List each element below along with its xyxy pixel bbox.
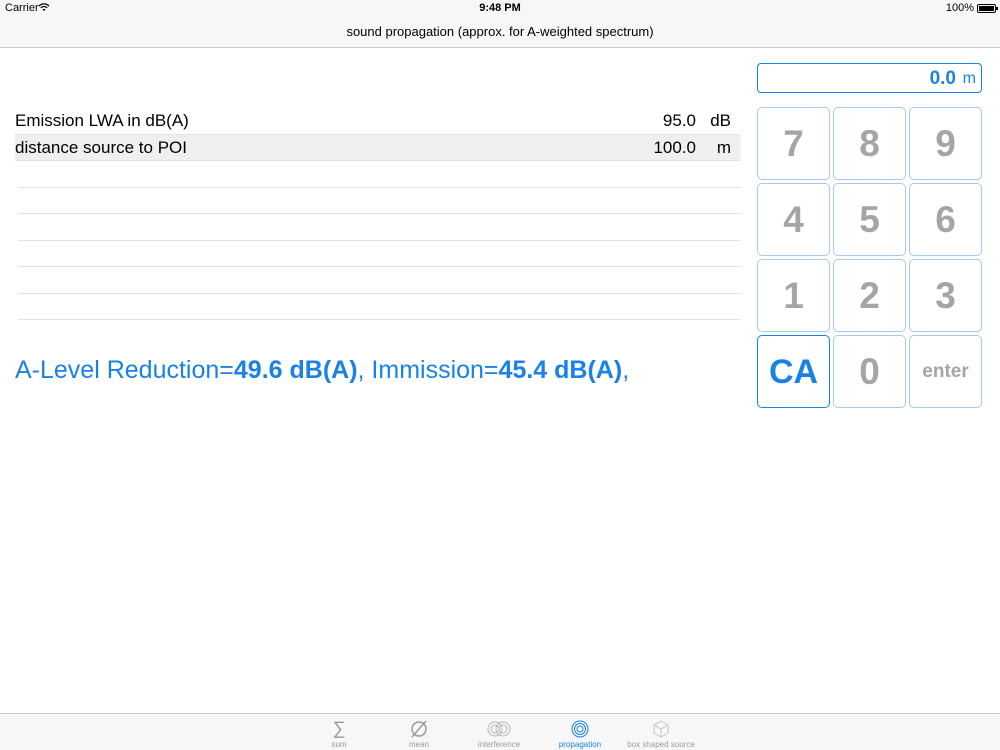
row-value: 95.0 bbox=[662, 111, 696, 130]
page-title: sound propagation (approx. for A-weighte… bbox=[346, 24, 654, 39]
key-9[interactable]: 9 bbox=[909, 107, 982, 180]
immission-value: 45.4 dB(A) bbox=[498, 356, 623, 384]
empty-row bbox=[18, 214, 741, 241]
immission-label: , Immission= bbox=[357, 356, 499, 384]
row-label: Emission LWA in dB(A) bbox=[15, 111, 189, 130]
sigma-icon: ∑ bbox=[332, 718, 346, 738]
tab-mean[interactable]: mean bbox=[379, 718, 459, 749]
empty-row bbox=[18, 188, 741, 214]
mean-icon bbox=[379, 718, 459, 738]
empty-row bbox=[18, 241, 741, 267]
row-value: 100.0 bbox=[653, 137, 696, 157]
tab-label: mean bbox=[408, 740, 429, 749]
key-2[interactable]: 2 bbox=[833, 259, 906, 332]
row-emission[interactable]: Emission LWA in dB(A) 95.0 dB bbox=[15, 108, 741, 135]
status-bar: Carrier 9:48 PM 100% bbox=[0, 0, 1000, 16]
key-1[interactable]: 1 bbox=[757, 259, 830, 332]
key-4[interactable]: 4 bbox=[757, 183, 830, 256]
key-7[interactable]: 7 bbox=[757, 107, 830, 180]
clear-all-button[interactable]: CA bbox=[757, 335, 830, 408]
row-unit: m bbox=[716, 137, 731, 157]
tab-box-shaped-source[interactable]: box shaped source bbox=[621, 718, 701, 749]
tab-label: box shaped source bbox=[627, 740, 695, 749]
nav-bar: sound propagation (approx. for A-weighte… bbox=[0, 16, 1000, 48]
reduction-value: 49.6 dB(A) bbox=[233, 356, 358, 384]
empty-row bbox=[18, 267, 741, 294]
propagation-icon bbox=[540, 718, 620, 738]
display-unit: m bbox=[962, 70, 976, 87]
status-time: 9:48 PM bbox=[479, 2, 521, 14]
keypad: 7 8 9 4 5 6 1 2 3 CA 0 enter bbox=[757, 107, 982, 408]
tab-label: propagation bbox=[558, 740, 602, 749]
key-0[interactable]: 0 bbox=[833, 335, 906, 408]
row-distance[interactable]: distance source to POI 100.0 m bbox=[15, 134, 741, 161]
tab-propagation[interactable]: propagation bbox=[540, 718, 620, 749]
result-suffix: , bbox=[622, 356, 630, 384]
result-line: A-Level Reduction=49.6 dB(A), Immission=… bbox=[15, 356, 629, 385]
tab-bar: ∑ sum mean interference propagation box … bbox=[0, 713, 1000, 750]
tab-interference[interactable]: interference bbox=[459, 718, 539, 749]
value-display[interactable]: 0.0 m bbox=[757, 63, 982, 93]
key-5[interactable]: 5 bbox=[833, 183, 906, 256]
key-6[interactable]: 6 bbox=[909, 183, 982, 256]
battery-percent: 100% bbox=[945, 2, 974, 14]
reduction-label: A-Level Reduction= bbox=[15, 356, 234, 384]
battery-icon bbox=[977, 4, 998, 13]
tab-label: sum bbox=[331, 740, 347, 749]
tab-label: interference bbox=[477, 740, 521, 749]
empty-row bbox=[18, 161, 741, 188]
enter-button[interactable]: enter bbox=[909, 335, 982, 408]
row-unit: dB bbox=[710, 111, 731, 130]
empty-row bbox=[18, 294, 741, 320]
input-table: Emission LWA in dB(A) 95.0 dB distance s… bbox=[15, 108, 741, 320]
interference-icon bbox=[459, 718, 539, 738]
row-label: distance source to POI bbox=[15, 137, 187, 157]
display-value: 0.0 bbox=[929, 68, 956, 89]
key-3[interactable]: 3 bbox=[909, 259, 982, 332]
key-8[interactable]: 8 bbox=[833, 107, 906, 180]
box-icon bbox=[621, 718, 701, 738]
tab-sum[interactable]: ∑ sum bbox=[299, 718, 379, 749]
